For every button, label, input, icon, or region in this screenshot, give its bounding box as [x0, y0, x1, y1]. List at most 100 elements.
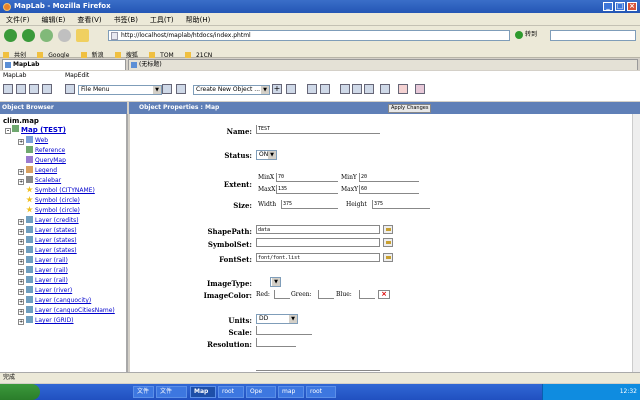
expand-icon[interactable]: +: [18, 229, 24, 235]
red-input[interactable]: [274, 290, 290, 299]
taskbar-button[interactable]: Ope: [246, 386, 276, 398]
expand-icon[interactable]: +: [18, 299, 24, 305]
export-icon[interactable]: [415, 84, 425, 94]
tree-item[interactable]: Symbol (circle): [18, 196, 80, 206]
tree-item[interactable]: + Layer (credits): [18, 216, 79, 226]
reload-icon[interactable]: [40, 29, 53, 42]
menu-bookmarks[interactable]: 书签(B): [108, 13, 144, 25]
expand-icon[interactable]: +: [18, 289, 24, 295]
tools-icon[interactable]: [176, 84, 186, 94]
url-input[interactable]: http://localhost/maplab/htdocs/index.pht…: [108, 30, 510, 41]
paste-icon[interactable]: [364, 84, 374, 94]
start-button[interactable]: [0, 384, 40, 400]
tab-maplab[interactable]: MapLab: [2, 59, 126, 70]
taskbar-button[interactable]: map: [278, 386, 304, 398]
layers-icon[interactable]: [42, 84, 52, 94]
expand-icon[interactable]: +: [18, 249, 24, 255]
expand-icon[interactable]: +: [18, 259, 24, 265]
menu-edit[interactable]: 编辑(E): [36, 13, 72, 25]
preview-icon[interactable]: [162, 84, 172, 94]
width-input[interactable]: 375: [281, 200, 338, 209]
tree-item[interactable]: Symbol (circle): [18, 206, 80, 216]
expand-icon[interactable]: +: [18, 279, 24, 285]
search-map-icon[interactable]: [29, 84, 39, 94]
minimize-button[interactable]: _: [603, 2, 613, 11]
expand-icon[interactable]: +: [18, 319, 24, 325]
file-icon[interactable]: [65, 84, 75, 94]
properties-icon[interactable]: [286, 84, 296, 94]
symbolset-input[interactable]: [256, 238, 380, 247]
taskbar-button[interactable]: root: [218, 386, 244, 398]
home-icon[interactable]: [76, 29, 89, 42]
fontset-browse-icon[interactable]: [383, 253, 393, 262]
cut-icon[interactable]: [352, 84, 362, 94]
minx-input[interactable]: 70: [276, 173, 338, 182]
symbolset-browse-icon[interactable]: [383, 238, 393, 247]
expand-icon[interactable]: +: [18, 309, 24, 315]
delete-icon[interactable]: [398, 84, 408, 94]
tree-item[interactable]: + Layer (states): [18, 236, 77, 246]
back-icon[interactable]: [4, 29, 17, 42]
properties-scrollbar[interactable]: [632, 114, 640, 372]
tree-item[interactable]: + Layer (GRID): [18, 316, 74, 326]
miny-input[interactable]: 20: [359, 173, 419, 182]
menu-file[interactable]: 文件(F): [0, 13, 36, 25]
height-input[interactable]: 375: [372, 200, 430, 209]
move-down-icon[interactable]: [320, 84, 330, 94]
file-menu-select[interactable]: File Menu ▼: [78, 85, 162, 95]
expand-icon[interactable]: +: [18, 139, 24, 145]
tab-untitled[interactable]: (无标题): [128, 59, 638, 70]
tree-item[interactable]: + Layer (rail): [18, 276, 68, 286]
close-button[interactable]: ×: [627, 2, 637, 11]
expand-icon[interactable]: +: [18, 219, 24, 225]
undo-icon[interactable]: [380, 84, 390, 94]
tree-item[interactable]: + Scalebar: [18, 176, 61, 186]
expand-icon[interactable]: +: [18, 179, 24, 185]
create-object-select[interactable]: Create New Object ... ▼: [193, 85, 270, 95]
search-input[interactable]: [550, 30, 636, 41]
tree-node-map[interactable]: - Map (TEST): [5, 125, 66, 134]
expand-icon[interactable]: +: [18, 169, 24, 175]
maxx-input[interactable]: 135: [276, 185, 338, 194]
expand-icon[interactable]: +: [18, 269, 24, 275]
shapepath-input[interactable]: data: [256, 225, 380, 234]
move-up-icon[interactable]: [307, 84, 317, 94]
apply-changes-button[interactable]: Apply Changes: [388, 104, 432, 113]
tree-item[interactable]: + Layer (river): [18, 286, 72, 296]
mapedit-icon[interactable]: [16, 84, 26, 94]
tree-item[interactable]: + Layer (canguoCitiesName): [18, 306, 115, 316]
name-input[interactable]: TEST: [256, 125, 380, 134]
menu-tools[interactable]: 工具(T): [144, 13, 180, 25]
shapepath-browse-icon[interactable]: [383, 225, 393, 234]
go-button[interactable]: 转到: [515, 30, 537, 40]
taskbar-button[interactable]: 文件: [156, 386, 187, 398]
tree-item[interactable]: + Layer (states): [18, 246, 77, 256]
tree-item[interactable]: + Web: [18, 136, 48, 146]
color-picker-icon[interactable]: ×: [378, 290, 390, 299]
scale-input[interactable]: [256, 326, 312, 335]
taskbar-button[interactable]: root: [306, 386, 336, 398]
mapbrowser-icon[interactable]: [3, 84, 13, 94]
tree-item[interactable]: + Legend: [18, 166, 57, 176]
taskbar-button[interactable]: 文件: [133, 386, 154, 398]
resolution-input[interactable]: [256, 338, 296, 347]
forward-icon[interactable]: [22, 29, 35, 42]
copy-icon[interactable]: [340, 84, 350, 94]
tree-item[interactable]: Reference: [18, 146, 65, 156]
bookmark-item[interactable]: 共创: [0, 44, 32, 59]
tree-item[interactable]: + Layer (rail): [18, 256, 68, 266]
blue-input[interactable]: [359, 290, 375, 299]
fontset-input[interactable]: font/font.list: [256, 253, 380, 262]
green-input[interactable]: [318, 290, 334, 299]
maxy-input[interactable]: 60: [359, 185, 419, 194]
taskbar-button[interactable]: Map: [190, 386, 216, 398]
tree-item[interactable]: Symbol (CITYNAME): [18, 186, 95, 196]
expand-icon[interactable]: +: [18, 239, 24, 245]
stop-icon[interactable]: [58, 29, 71, 42]
bookmark-item[interactable]: 新浪: [78, 44, 110, 59]
menu-view[interactable]: 查看(V): [71, 13, 107, 25]
tree-item[interactable]: + Layer (canguocity): [18, 296, 91, 306]
tree-item[interactable]: QueryMap: [18, 156, 66, 166]
bookmark-item[interactable]: 搜狐: [112, 44, 144, 59]
tree-item[interactable]: + Layer (states): [18, 226, 77, 236]
